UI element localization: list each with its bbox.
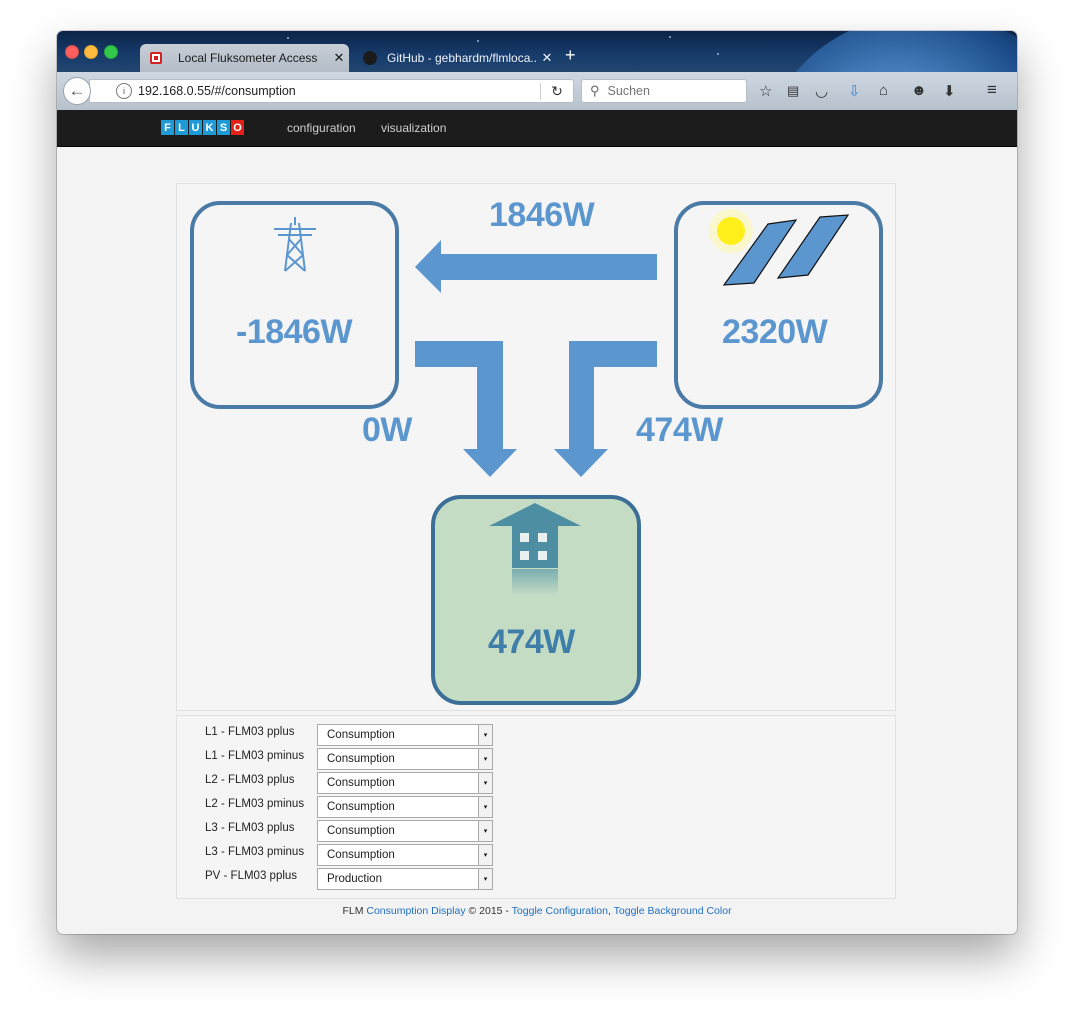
select-value: Consumption [327, 729, 395, 741]
browser-window: Local Fluksometer Access ✕ GitHub - gebh… [57, 31, 1017, 934]
select-value: Consumption [327, 825, 395, 837]
chevron-down-icon: ▾ [478, 797, 492, 817]
select-value: Consumption [327, 849, 395, 861]
pv-node: 2320W [674, 201, 883, 409]
sensor-label: L2 - FLM03 pplus [205, 774, 295, 786]
chevron-down-icon: ▾ [478, 869, 492, 889]
select-value: Production [327, 873, 382, 885]
toggle-background-link[interactable]: Toggle Background Color [614, 905, 732, 917]
sensor-type-select[interactable]: Production ▾ [317, 868, 493, 890]
toggle-configuration-link[interactable]: Toggle Configuration [512, 905, 608, 917]
sensor-label: L3 - FLM03 pminus [205, 846, 305, 858]
sensor-label: PV - FLM03 pplus [205, 870, 298, 882]
chevron-down-icon: ▾ [478, 821, 492, 841]
select-value: Consumption [327, 801, 395, 813]
sensor-type-select[interactable]: Consumption ▾ [317, 796, 493, 818]
house-node: 474W [431, 495, 641, 705]
pv-to-house-arrow [554, 341, 657, 477]
footer-prefix: FLM [342, 905, 364, 917]
chevron-down-icon: ▾ [478, 773, 492, 793]
grid-to-house-value: 0W [362, 411, 413, 449]
house-power-value: 474W [488, 623, 575, 661]
page-footer: FLM Consumption Display © 2015 - Toggle … [57, 905, 1017, 917]
sensor-label: L1 - FLM03 pplus [205, 726, 295, 738]
chevron-down-icon: ▾ [478, 725, 492, 745]
grid-node: -1846W [190, 201, 399, 409]
sensor-type-select[interactable]: Consumption ▾ [317, 820, 493, 842]
pv-to-house-value: 474W [636, 411, 723, 449]
chevron-down-icon: ▾ [478, 845, 492, 865]
grid-to-house-arrow [415, 341, 517, 477]
sensor-type-select[interactable]: Consumption ▾ [317, 724, 493, 746]
select-value: Consumption [327, 753, 395, 765]
footer-copyright: © 2015 - [468, 905, 509, 917]
footer-separator: , [608, 905, 611, 917]
sensor-type-select[interactable]: Consumption ▾ [317, 772, 493, 794]
chevron-down-icon: ▾ [478, 749, 492, 769]
pv-power-value: 2320W [722, 313, 828, 351]
select-value: Consumption [327, 777, 395, 789]
pv-to-grid-value: 1846W [489, 196, 595, 234]
solar-panel-icon [709, 209, 850, 286]
sensor-type-select[interactable]: Consumption ▾ [317, 844, 493, 866]
grid-power-value: -1846W [236, 313, 353, 351]
sensor-label: L2 - FLM03 pminus [205, 798, 305, 810]
sensor-type-select[interactable]: Consumption ▾ [317, 748, 493, 770]
house-icon [489, 503, 581, 595]
power-pylon-icon [274, 217, 316, 272]
sensor-label: L3 - FLM03 pplus [205, 822, 295, 834]
sensor-label: L1 - FLM03 pminus [205, 750, 305, 762]
consumption-display-link[interactable]: Consumption Display [366, 905, 465, 917]
